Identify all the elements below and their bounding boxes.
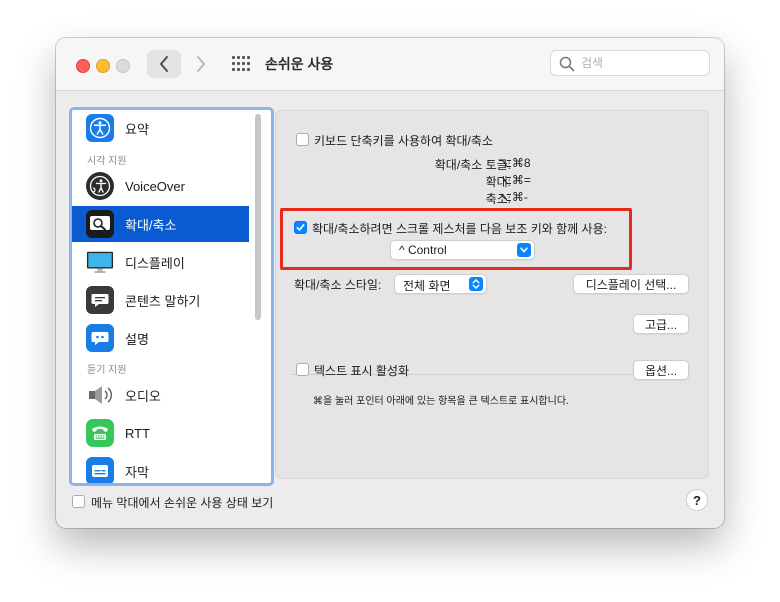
section-header-vision: 시각 지원 [87, 156, 127, 167]
voiceover-icon [86, 172, 114, 200]
hover-text-hint: ⌘을 눌러 포인터 아래에 있는 항목을 큰 텍스트로 표시합니다. [313, 396, 569, 407]
zoom-window-button[interactable] [116, 59, 130, 73]
sidebar-item-rtt[interactable]: RTT [72, 415, 249, 451]
sidebar-item-descriptions[interactable]: 설명 [72, 320, 249, 356]
keyboard-shortcuts-checkbox[interactable] [296, 133, 309, 146]
display-icon [86, 248, 114, 276]
forward-button[interactable] [184, 50, 218, 78]
search-icon [559, 56, 575, 72]
sidebar-item-label: 콘텐츠 말하기 [125, 293, 201, 309]
up-down-arrows-icon [469, 277, 483, 291]
sidebar-item-display[interactable]: 디스플레이 [72, 244, 249, 280]
choose-display-button[interactable]: 디스플레이 선택... [573, 274, 689, 294]
zoom-icon [86, 210, 114, 238]
shortcut-zoom-out-keys: ⌥⌘- [498, 190, 528, 204]
scroll-gesture-highlight [280, 208, 632, 270]
menu-bar-status-checkbox[interactable] [72, 495, 85, 508]
scroll-gesture-label: 확대/축소하려면 스크롤 제스처를 다음 보조 키와 함께 사용: [312, 222, 607, 236]
sidebar-item-spoken-content[interactable]: 콘텐츠 말하기 [72, 282, 249, 318]
sidebar-item-label: 디스플레이 [125, 255, 185, 271]
sidebar-item-label: RTT [125, 425, 151, 441]
rtt-phone-icon [86, 419, 114, 447]
descriptions-icon [86, 324, 114, 352]
help-label: ? [693, 492, 701, 508]
hover-text-checkbox[interactable] [296, 363, 309, 376]
captions-icon [86, 457, 114, 483]
sidebar-item-captions[interactable]: 자막 [72, 453, 249, 483]
sidebar-item-label: 설명 [125, 331, 149, 347]
checkmark-icon [296, 223, 305, 231]
show-all-grid-icon[interactable] [232, 56, 250, 72]
sidebar-item-label: 자막 [125, 464, 149, 480]
keyboard-shortcuts-label: 키보드 단축키를 사용하여 확대/축소 [314, 134, 493, 148]
advanced-button[interactable]: 고급... [633, 314, 689, 334]
modifier-key-popup[interactable]: ^ Control [390, 240, 535, 260]
sidebar-item-voiceover[interactable]: VoiceOver [72, 168, 249, 204]
zoom-style-value: 전체 화면 [403, 279, 451, 293]
chevron-down-icon [517, 243, 531, 257]
menu-bar-status-label: 메뉴 막대에서 손쉬운 사용 상태 보기 [91, 496, 274, 510]
sidebar-item-audio[interactable]: 오디오 [72, 377, 249, 413]
close-window-button[interactable] [76, 59, 90, 73]
preferences-window: 손쉬운 사용 요약 시각 지원 VoiceOver 확대/축소 [56, 38, 724, 528]
sidebar-item-zoom[interactable]: 확대/축소 [72, 206, 249, 242]
search-input[interactable] [581, 55, 701, 71]
sidebar-item-label: VoiceOver [125, 178, 185, 194]
sidebar-item-label: 확대/축소 [125, 217, 177, 233]
toolbar: 손쉬운 사용 [56, 38, 724, 91]
search-field[interactable] [550, 50, 710, 76]
speech-bubble-icon [86, 286, 114, 314]
sidebar-scrollbar[interactable] [255, 114, 261, 320]
options-button[interactable]: 옵션... [633, 360, 689, 380]
sidebar-item-label: 요약 [125, 121, 149, 137]
help-button[interactable]: ? [686, 489, 708, 511]
back-button[interactable] [147, 50, 181, 78]
accessibility-icon [86, 114, 114, 142]
hover-text-label: 텍스트 표시 활성화 [314, 364, 409, 378]
speaker-icon [86, 381, 114, 409]
zoom-style-label: 확대/축소 스타일: [294, 278, 382, 292]
shortcut-toggle-keys: ⌥⌘8 [498, 156, 531, 170]
minimize-window-button[interactable] [96, 59, 110, 73]
chevron-left-icon [160, 56, 168, 72]
zoom-style-popup[interactable]: 전체 화면 [394, 274, 487, 294]
window-title: 손쉬운 사용 [265, 56, 334, 72]
chevron-right-icon [197, 56, 205, 72]
modifier-key-value: ^ Control [399, 243, 447, 257]
sidebar-item-overview[interactable]: 요약 [72, 110, 249, 146]
sidebar-item-label: 오디오 [125, 388, 161, 404]
section-header-hearing: 듣기 지원 [87, 365, 127, 376]
scroll-gesture-checkbox[interactable] [294, 221, 307, 234]
sidebar: 요약 시각 지원 VoiceOver 확대/축소 디스플레이 콘텐츠 말하기 설… [69, 107, 274, 486]
shortcut-zoom-in-keys: ⌥⌘= [498, 173, 531, 187]
